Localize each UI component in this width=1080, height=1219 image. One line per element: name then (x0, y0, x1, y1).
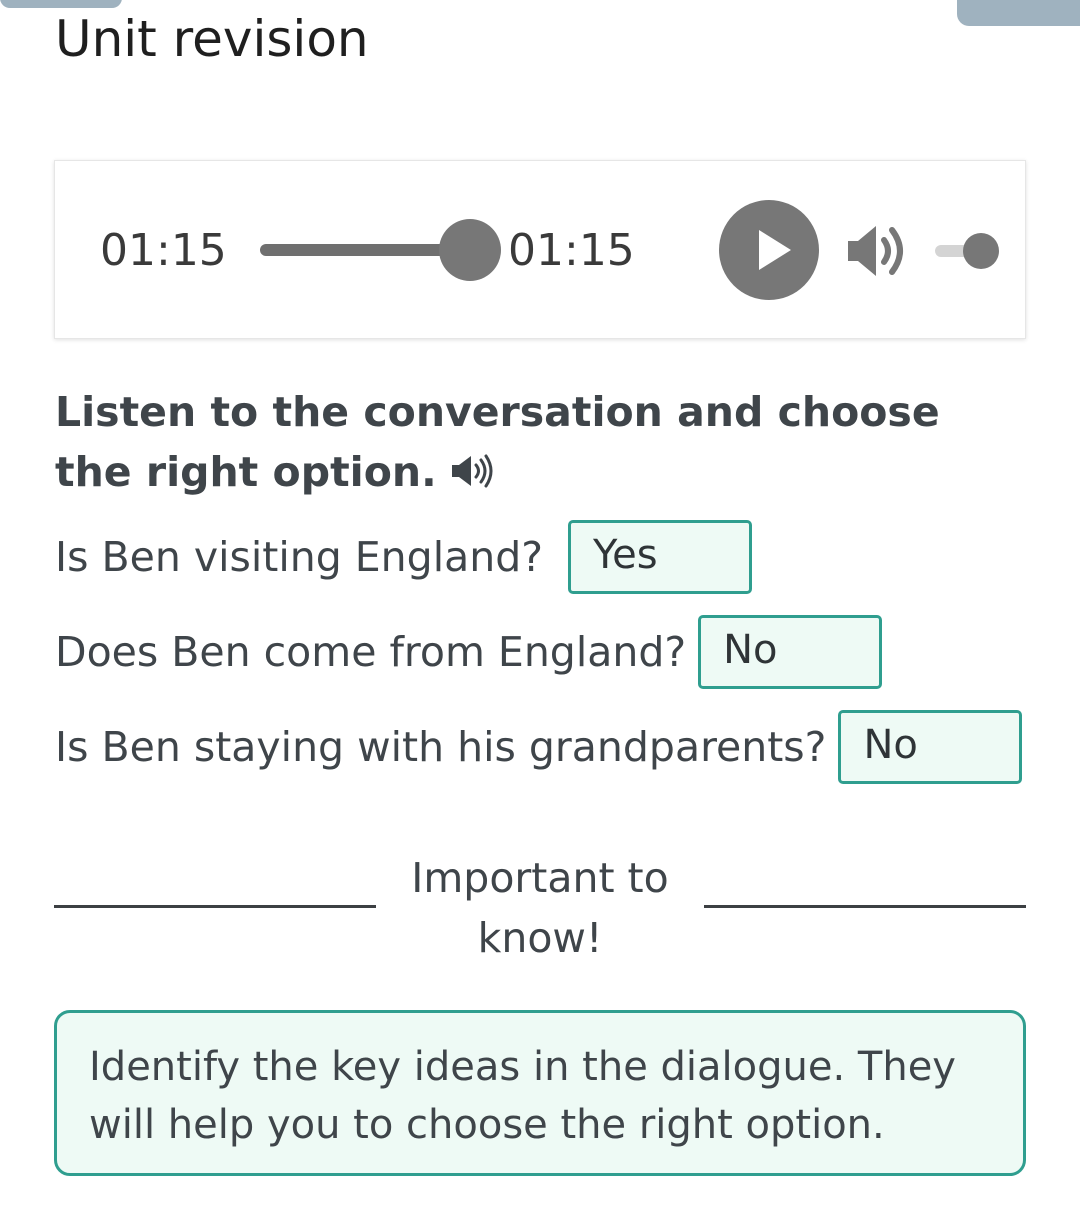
question-text: Is Ben staying with his grandparents? (55, 723, 827, 771)
question-row: Does Ben come from England? No (55, 615, 883, 689)
volume-icon[interactable] (846, 222, 910, 280)
tip-text: Identify the key ideas in the dialogue. … (89, 1044, 956, 1148)
seek-thumb[interactable] (439, 219, 501, 281)
question-row: Is Ben visiting England? Yes (55, 520, 752, 594)
play-button[interactable] (719, 200, 819, 300)
play-icon (759, 230, 791, 270)
current-time: 01:15 (100, 225, 227, 276)
instruction-text: Listen to the conversation and choose th… (55, 388, 940, 496)
answer-dropdown[interactable]: Yes (567, 520, 752, 594)
answer-dropdown[interactable]: No (698, 615, 883, 689)
question-text: Does Ben come from England? (55, 628, 687, 676)
total-time: 01:15 (508, 225, 635, 276)
top-tab-right[interactable] (957, 0, 1080, 26)
question-row: Is Ben staying with his grandparents? No (55, 710, 1023, 784)
important-heading: Important to know! (411, 854, 669, 962)
volume-thumb[interactable] (963, 233, 999, 269)
audio-player: 01:15 01:15 (54, 160, 1026, 339)
answer-dropdown[interactable]: No (838, 710, 1023, 784)
divider-line-right (704, 905, 1026, 908)
top-tab-left[interactable] (0, 0, 122, 8)
page-title: Unit revision (55, 10, 369, 68)
instruction: Listen to the conversation and choose th… (55, 382, 1015, 502)
speaker-icon[interactable] (451, 453, 495, 489)
question-text: Is Ben visiting England? (55, 533, 543, 581)
tip-box: Identify the key ideas in the dialogue. … (54, 1010, 1026, 1176)
divider-line-left (54, 905, 376, 908)
